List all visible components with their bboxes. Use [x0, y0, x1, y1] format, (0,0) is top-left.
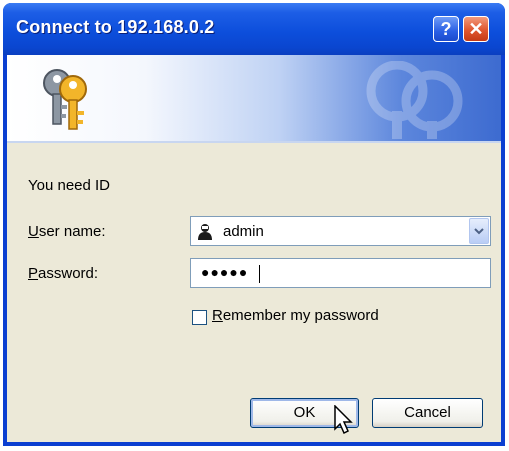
dialog-title: Connect to 192.168.0.2 [16, 17, 215, 37]
mouse-cursor-icon [334, 405, 353, 435]
username-value: admin [223, 223, 264, 240]
close-button[interactable]: ✕ [463, 16, 489, 42]
user-icon [198, 224, 212, 240]
title-bar[interactable]: Connect to 192.168.0.2 ? ✕ [3, 3, 505, 55]
help-icon: ? [440, 19, 452, 39]
banner [7, 55, 501, 141]
close-icon: ✕ [468, 19, 484, 39]
password-value: ●●●●● [201, 264, 249, 280]
chevron-down-icon [474, 228, 484, 235]
help-button[interactable]: ? [433, 16, 459, 42]
username-combobox[interactable]: admin [190, 216, 491, 246]
keys-icon [43, 69, 87, 130]
remember-password-checkbox[interactable] [192, 310, 207, 325]
text-caret [259, 265, 260, 283]
username-dropdown-button[interactable] [469, 218, 489, 244]
password-field[interactable]: ●●●●● [190, 258, 491, 288]
dialog-body: You need ID User name: admin Password: ●… [7, 55, 501, 442]
login-dialog: Connect to 192.168.0.2 ? ✕ You need ID U… [3, 3, 505, 446]
password-label: Password: [28, 265, 99, 282]
username-label: User name: [28, 223, 106, 240]
banner-watermark-icon [366, 61, 463, 139]
auth-prompt: You need ID [28, 177, 111, 194]
banner-divider [7, 141, 501, 143]
remember-password-label[interactable]: Remember my password [212, 307, 379, 324]
cancel-button[interactable]: Cancel [372, 398, 483, 428]
